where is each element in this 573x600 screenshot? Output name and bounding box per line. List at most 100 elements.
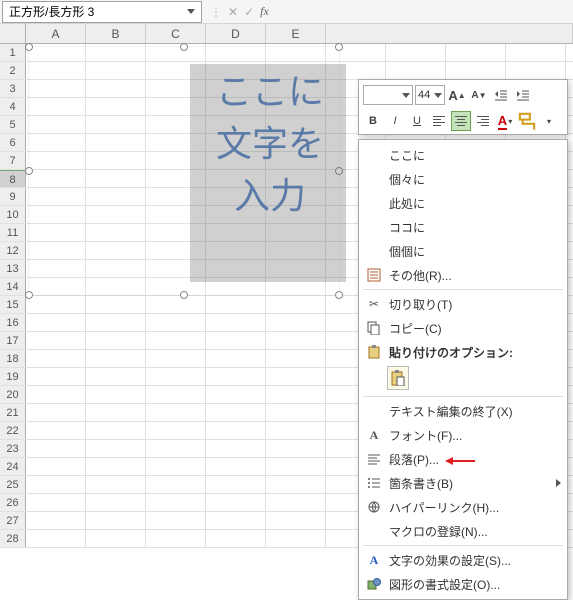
row-header[interactable]: 17 <box>0 332 26 349</box>
cell[interactable] <box>86 458 146 475</box>
worksheet[interactable]: 1234567891011121314151617181920212223242… <box>0 44 573 563</box>
cell[interactable] <box>206 512 266 529</box>
cell[interactable] <box>146 386 206 403</box>
increase-indent-button[interactable] <box>513 85 533 105</box>
cell[interactable] <box>506 62 566 79</box>
cell[interactable] <box>146 494 206 511</box>
ime-suggest-5[interactable]: 個個に <box>359 239 567 263</box>
font-color-button[interactable]: A▾ <box>495 111 515 131</box>
row-header[interactable]: 20 <box>0 386 26 403</box>
cell[interactable] <box>86 530 146 547</box>
cell[interactable] <box>206 458 266 475</box>
cell[interactable] <box>86 404 146 421</box>
cell[interactable] <box>26 422 86 439</box>
cell[interactable] <box>26 458 86 475</box>
cell[interactable] <box>146 314 206 331</box>
font-name-dropdown-icon[interactable] <box>402 93 410 98</box>
cell[interactable] <box>206 476 266 493</box>
cell[interactable] <box>206 314 266 331</box>
cell[interactable] <box>206 368 266 385</box>
cell[interactable] <box>266 494 326 511</box>
cell[interactable] <box>26 530 86 547</box>
col-D[interactable]: D <box>206 24 266 43</box>
row-header[interactable]: 12 <box>0 242 26 259</box>
resize-handle-bl[interactable] <box>25 291 33 299</box>
cell[interactable] <box>86 332 146 349</box>
decrease-indent-button[interactable] <box>491 85 511 105</box>
row-header[interactable]: 15 <box>0 296 26 313</box>
menu-cut[interactable]: ✂切り取り(T) <box>359 292 567 316</box>
cell[interactable] <box>206 386 266 403</box>
ime-suggest-2[interactable]: 個々に <box>359 167 567 191</box>
cell[interactable] <box>206 404 266 421</box>
cell[interactable] <box>206 296 266 313</box>
col-B[interactable]: B <box>86 24 146 43</box>
resize-handle-ml[interactable] <box>25 167 33 175</box>
menu-end-text-edit[interactable]: テキスト編集の終了(X) <box>359 399 567 423</box>
row-header[interactable]: 3 <box>0 80 26 97</box>
cell[interactable] <box>26 512 86 529</box>
col-A[interactable]: A <box>26 24 86 43</box>
cell[interactable] <box>266 350 326 367</box>
menu-bullets[interactable]: 箇条書き(B) <box>359 471 567 495</box>
row-header[interactable]: 11 <box>0 224 26 241</box>
cell[interactable] <box>146 476 206 493</box>
format-painter-button[interactable] <box>517 111 537 131</box>
ime-suggest-3[interactable]: 此処に <box>359 191 567 215</box>
cell[interactable] <box>26 494 86 511</box>
cell[interactable] <box>146 530 206 547</box>
fx-icon[interactable]: fx <box>260 4 269 19</box>
row-header[interactable]: 28 <box>0 530 26 547</box>
cell[interactable] <box>86 512 146 529</box>
font-size-box[interactable]: 44 <box>415 85 445 105</box>
cell[interactable] <box>266 530 326 547</box>
font-size-dropdown-icon[interactable] <box>434 93 442 98</box>
cell[interactable] <box>146 512 206 529</box>
cell[interactable] <box>266 422 326 439</box>
row-header[interactable]: 21 <box>0 404 26 421</box>
cell[interactable] <box>386 44 446 61</box>
row-header[interactable]: 14 <box>0 278 26 295</box>
row-header[interactable]: 22 <box>0 422 26 439</box>
cell[interactable] <box>446 44 506 61</box>
resize-handle-tm[interactable] <box>180 43 188 51</box>
cell[interactable] <box>26 314 86 331</box>
row-header[interactable]: 2 <box>0 62 26 79</box>
cell[interactable] <box>206 530 266 547</box>
cell[interactable] <box>266 404 326 421</box>
cell[interactable] <box>266 386 326 403</box>
cell[interactable] <box>86 422 146 439</box>
resize-handle-bm[interactable] <box>180 291 188 299</box>
cell[interactable] <box>26 332 86 349</box>
row-header[interactable]: 7 <box>0 152 26 169</box>
name-box[interactable] <box>2 1 202 23</box>
name-box-dropdown-icon[interactable] <box>187 9 195 14</box>
style-dropdown-button[interactable]: ▾ <box>539 111 559 131</box>
row-header[interactable]: 27 <box>0 512 26 529</box>
bold-button[interactable]: B <box>363 111 383 131</box>
col-E[interactable]: E <box>266 24 326 43</box>
cell[interactable] <box>86 314 146 331</box>
menu-copy[interactable]: コピー(C) <box>359 316 567 340</box>
row-header[interactable]: 4 <box>0 98 26 115</box>
cell[interactable] <box>266 440 326 457</box>
cell[interactable] <box>266 476 326 493</box>
cell[interactable] <box>206 494 266 511</box>
shrink-font-button[interactable]: A▼ <box>469 85 489 105</box>
cell[interactable] <box>506 44 566 61</box>
ime-other[interactable]: その他(R)... <box>359 263 567 287</box>
cell[interactable] <box>266 296 326 313</box>
name-box-input[interactable] <box>9 5 169 19</box>
row-header[interactable]: 9 <box>0 188 26 205</box>
underline-button[interactable]: U <box>407 111 427 131</box>
select-all-corner[interactable] <box>0 24 26 43</box>
ime-suggest-4[interactable]: ココに <box>359 215 567 239</box>
resize-handle-br[interactable] <box>335 291 343 299</box>
cell[interactable] <box>266 458 326 475</box>
font-name-box[interactable] <box>363 85 413 105</box>
menu-text-effects[interactable]: A文字の効果の設定(S)... <box>359 548 567 572</box>
resize-handle-tl[interactable] <box>25 43 33 51</box>
row-header[interactable]: 18 <box>0 350 26 367</box>
cell[interactable] <box>146 404 206 421</box>
row-header[interactable]: 13 <box>0 260 26 277</box>
